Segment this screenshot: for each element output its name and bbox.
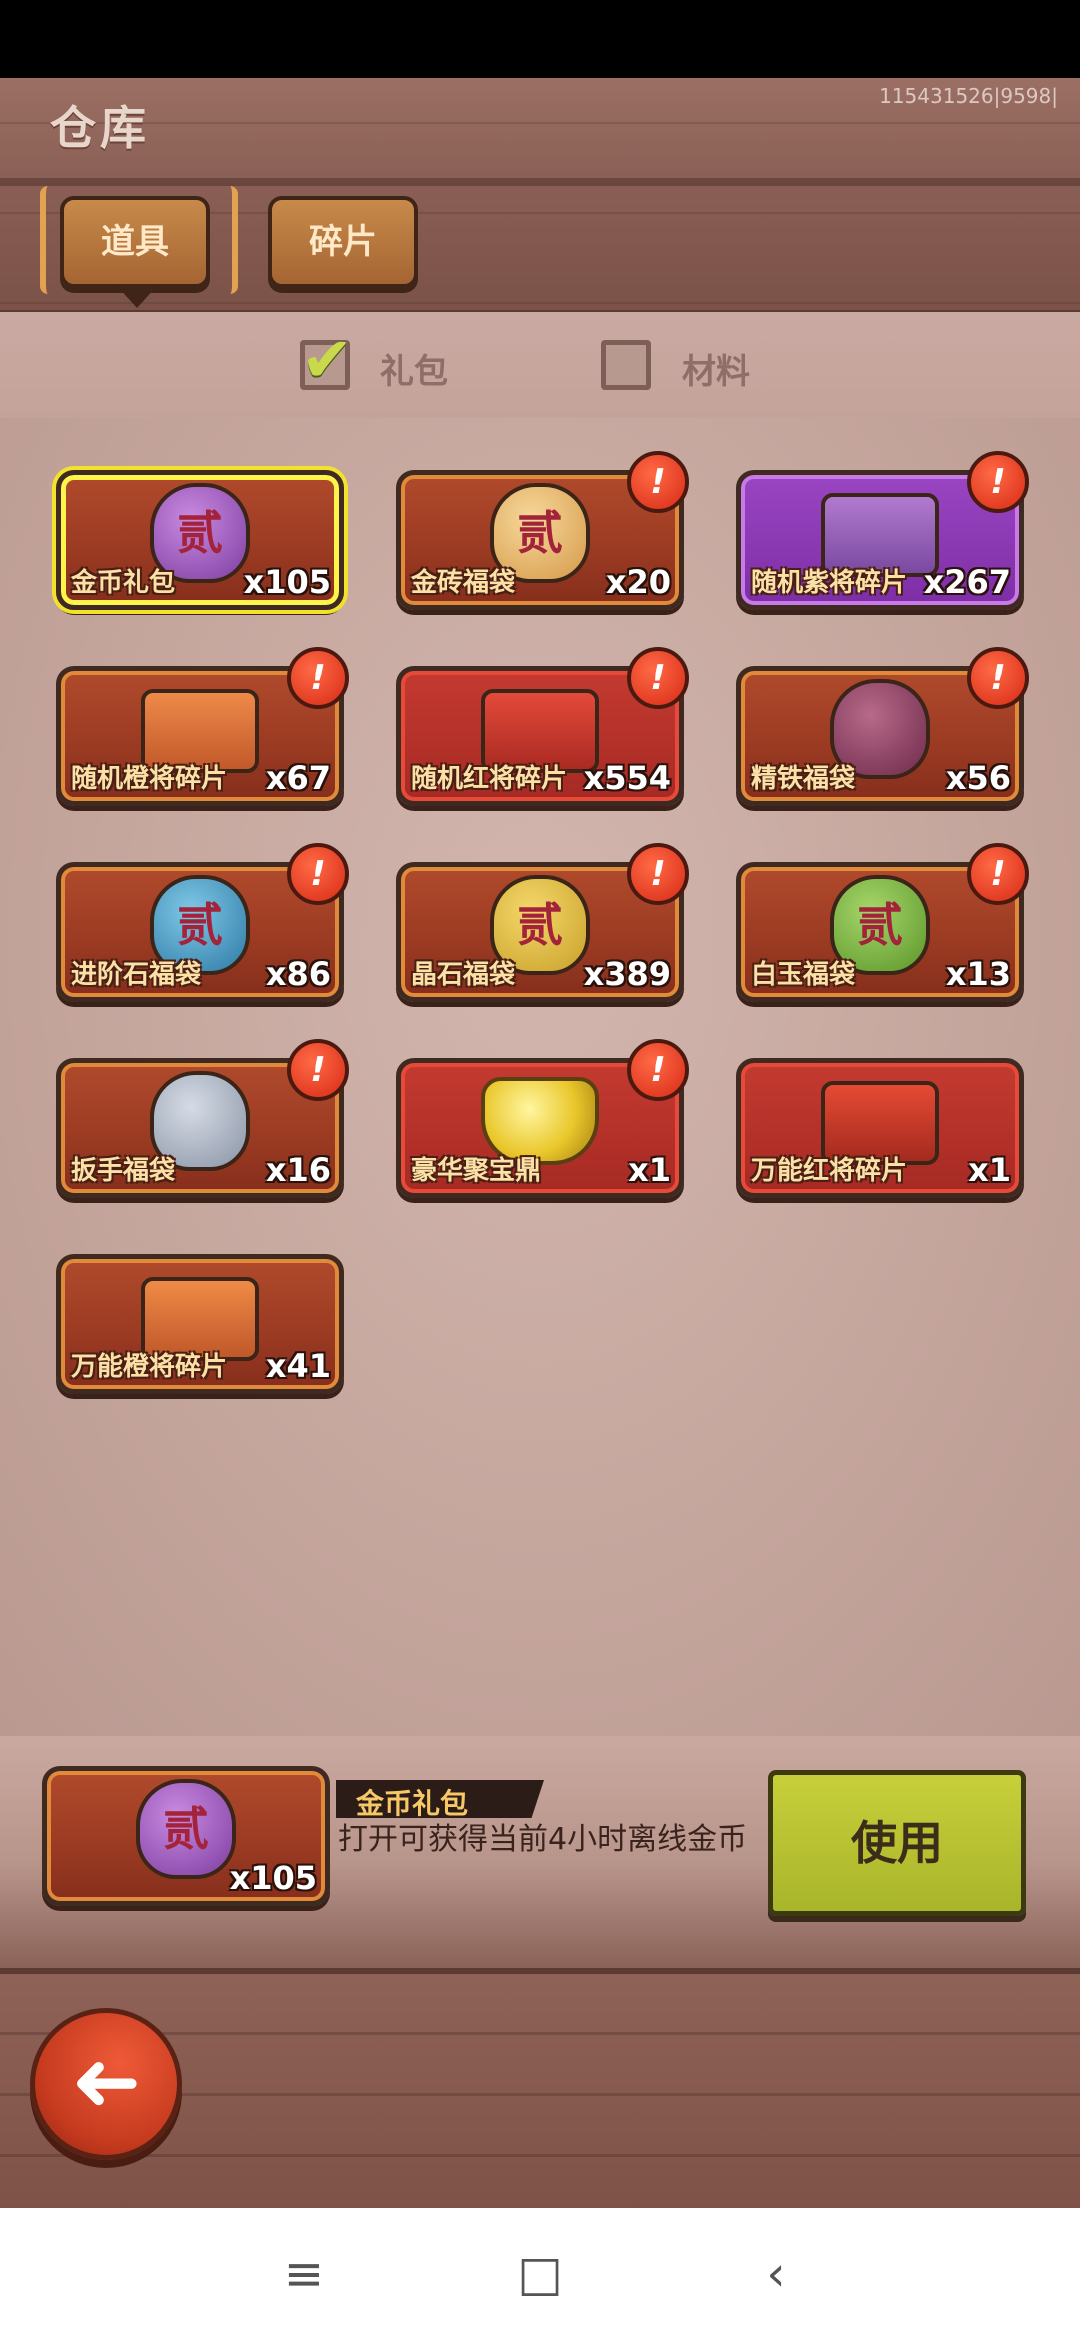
status-bar (0, 0, 1080, 78)
item-count: x389 (583, 955, 671, 993)
item-count: x56 (945, 759, 1011, 797)
home-icon[interactable]: □ (504, 2238, 576, 2310)
alert-icon: ! (627, 647, 689, 709)
item-card-iron-bag[interactable]: 精铁福袋 x56 ! (736, 647, 1029, 806)
item-card-gold-gift-pack[interactable]: 贰 金币礼包 x105 (56, 470, 344, 610)
item-count: x13 (945, 955, 1011, 993)
item-count: x20 (605, 563, 671, 601)
alert-icon: ! (967, 843, 1029, 905)
item-count: x16 (265, 1151, 331, 1189)
item-card-crystal-bag[interactable]: 贰 晶石福袋 x389 ! (396, 843, 689, 1002)
item-name: 金币礼包 (71, 568, 176, 598)
item-grid: 贰 金币礼包 x105 贰 金砖福袋 x20 ! 随机紫将碎片 x267 ! 随… (0, 418, 1080, 1736)
item-card-random-red-shard[interactable]: 随机红将碎片 x554 ! (396, 647, 689, 806)
alert-icon: ! (967, 647, 1029, 709)
filter-material-checkbox[interactable] (601, 340, 651, 390)
item-count: x67 (265, 759, 331, 797)
item-name: 豪华聚宝鼎 (411, 1156, 542, 1186)
system-nav-bar: ≡ □ ‹ (0, 2208, 1080, 2340)
checkmark-icon: ✔ (301, 323, 353, 396)
item-card-wrench-bag[interactable]: 扳手福袋 x16 ! (56, 1039, 349, 1198)
header: 仓库 115431526|9598| 道具 碎片 (0, 78, 1080, 314)
alert-icon: ! (627, 1039, 689, 1101)
item-count: x86 (265, 955, 331, 993)
item-name: 随机橙将碎片 (71, 764, 228, 794)
item-count: x105 (243, 563, 331, 601)
item-card-universal-orange-shard[interactable]: 万能橙将碎片 x41 (56, 1254, 344, 1394)
filter-material-label[interactable]: 材料 (682, 344, 750, 393)
back-icon[interactable]: ‹ (740, 2238, 812, 2310)
use-button[interactable]: 使用 (768, 1770, 1026, 1916)
menu-icon[interactable]: ≡ (268, 2238, 340, 2310)
detail-item-name: 金币礼包 (356, 1787, 469, 1820)
filter-gift-checkbox[interactable]: ✔ (300, 323, 353, 396)
item-count: x1 (628, 1151, 671, 1189)
alert-icon: ! (287, 1039, 349, 1101)
user-id-label: 115431526|9598| (879, 84, 1058, 108)
item-name: 万能红将碎片 (751, 1156, 908, 1186)
item-count: x267 (923, 563, 1011, 601)
gift-bag-icon: 贰 (136, 1779, 236, 1879)
selected-item-count: x105 (229, 1859, 317, 1897)
item-card-jade-bag[interactable]: 贰 白玉福袋 x13 ! (736, 843, 1029, 1002)
page-title: 仓库 (50, 101, 150, 155)
item-name: 随机紫将碎片 (751, 568, 908, 598)
item-name: 精铁福袋 (751, 764, 856, 794)
filter-gift-label[interactable]: 礼包 (380, 344, 448, 393)
detail-item-description: 打开可获得当前4小时离线金币 (338, 1822, 748, 1857)
footer: ➜ (0, 1968, 1080, 2214)
item-detail-panel: 贰 x105 金币礼包 打开可获得当前4小时离线金币 使用 (0, 1736, 1080, 1968)
item-name: 金砖福袋 (411, 568, 516, 598)
item-card-advance-stone-bag[interactable]: 贰 进阶石福袋 x86 ! (56, 843, 349, 1002)
item-count: x554 (583, 759, 671, 797)
active-tab-pointer-icon (117, 286, 157, 308)
item-name: 白玉福袋 (751, 960, 856, 990)
detail-title-bar: 金币礼包 (336, 1780, 544, 1818)
item-name: 进阶石福袋 (71, 960, 202, 990)
alert-icon: ! (627, 451, 689, 513)
alert-icon: ! (287, 843, 349, 905)
item-name: 万能橙将碎片 (71, 1352, 228, 1382)
item-card-random-purple-shard[interactable]: 随机紫将碎片 x267 ! (736, 451, 1029, 610)
item-card-random-orange-shard[interactable]: 随机橙将碎片 x67 ! (56, 647, 349, 806)
item-count: x41 (265, 1347, 331, 1385)
tab-fragments[interactable]: 碎片 (268, 196, 418, 288)
item-card-luxury-cauldron[interactable]: 豪华聚宝鼎 x1 ! (396, 1039, 689, 1198)
item-card-gold-brick-bag[interactable]: 贰 金砖福袋 x20 ! (396, 451, 689, 610)
alert-icon: ! (627, 843, 689, 905)
item-count: x1 (968, 1151, 1011, 1189)
item-name: 随机红将碎片 (411, 764, 568, 794)
header-divider (0, 178, 1080, 186)
item-card-universal-red-shard[interactable]: 万能红将碎片 x1 (736, 1058, 1024, 1198)
tab-items[interactable]: 道具 (60, 196, 210, 288)
filter-row: ✔ 礼包 材料 (0, 312, 1080, 418)
alert-icon: ! (287, 647, 349, 709)
selected-item-card: 贰 x105 (42, 1766, 330, 1906)
item-name: 扳手福袋 (71, 1156, 176, 1186)
item-name: 晶石福袋 (411, 960, 516, 990)
back-arrow-icon[interactable]: ➜ (30, 2008, 182, 2160)
alert-icon: ! (967, 451, 1029, 513)
